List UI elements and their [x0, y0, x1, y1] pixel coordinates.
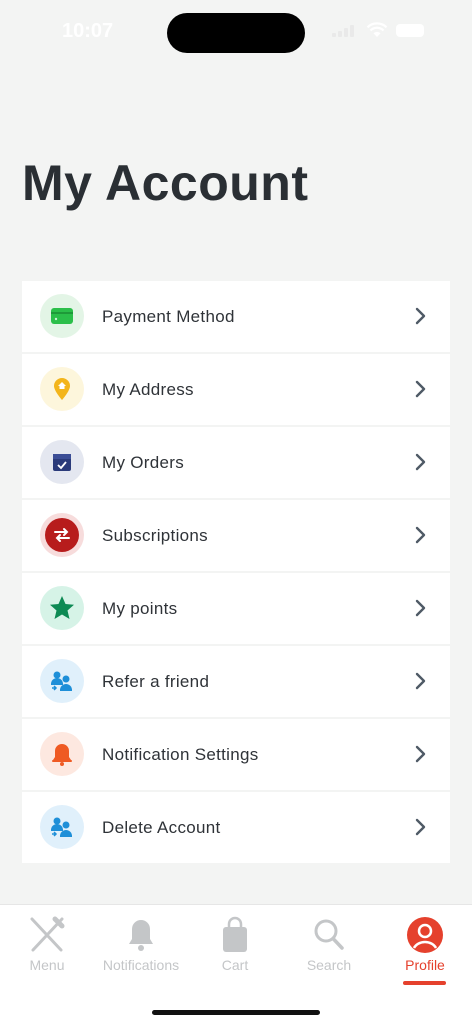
- search-icon: [282, 915, 376, 955]
- menu-item-my-address[interactable]: My Address: [22, 354, 450, 425]
- chevron-right-icon: [415, 599, 426, 617]
- menu-item-notification-settings[interactable]: Notification Settings: [22, 719, 450, 790]
- tab-menu[interactable]: Menu: [0, 915, 94, 973]
- signal-icon: [332, 23, 358, 37]
- active-tab-indicator: [403, 981, 446, 985]
- profile-icon: [378, 915, 472, 955]
- tab-label: Menu: [29, 957, 65, 973]
- menu-item-label: Subscriptions: [102, 525, 208, 545]
- star-icon: [40, 586, 84, 630]
- menu-item-label: My Orders: [102, 452, 185, 472]
- status-indicators: [332, 22, 424, 38]
- tab-label: Search: [306, 957, 352, 973]
- chevron-right-icon: [415, 380, 426, 398]
- wifi-icon: [366, 22, 388, 37]
- account-menu-list: Payment Method My Address My Orders Subs…: [22, 281, 450, 865]
- menu-item-delete-account[interactable]: Delete Account: [22, 792, 450, 863]
- status-time: 10:07: [62, 20, 114, 42]
- tab-label: Notifications: [102, 957, 180, 973]
- location-pin-icon: [40, 367, 84, 411]
- battery-icon: [396, 23, 424, 37]
- orders-box-icon: [40, 440, 84, 484]
- chevron-right-icon: [415, 307, 426, 325]
- tab-search[interactable]: Search: [282, 915, 376, 973]
- page-title: My Account: [22, 155, 309, 211]
- bell-icon: [40, 732, 84, 776]
- menu-item-label: Delete Account: [102, 817, 221, 837]
- tab-notifications[interactable]: Notifications: [94, 915, 188, 973]
- chevron-right-icon: [415, 818, 426, 836]
- home-indicator[interactable]: [152, 1010, 320, 1015]
- tab-cart[interactable]: Cart: [188, 915, 282, 973]
- menu-item-label: My Address: [102, 379, 194, 399]
- subscription-icon: [40, 513, 84, 557]
- tab-profile[interactable]: Profile: [378, 915, 472, 973]
- chevron-right-icon: [415, 453, 426, 471]
- menu-item-payment-method[interactable]: Payment Method: [22, 281, 450, 352]
- tab-label: Cart: [221, 957, 249, 973]
- dynamic-island: [167, 13, 305, 53]
- bottom-tab-bar: Menu Notifications Cart Search Profile: [0, 904, 472, 1024]
- status-bar: 10:07: [0, 0, 472, 64]
- menu-item-label: Notification Settings: [102, 744, 259, 764]
- chevron-right-icon: [415, 672, 426, 690]
- menu-item-label: Payment Method: [102, 306, 235, 326]
- tab-label: Profile: [405, 957, 445, 973]
- shopping-bag-icon: [188, 915, 282, 955]
- fork-knife-icon: [0, 915, 94, 955]
- menu-item-subscriptions[interactable]: Subscriptions: [22, 500, 450, 571]
- credit-card-icon: [40, 294, 84, 338]
- menu-item-my-points[interactable]: My points: [22, 573, 450, 644]
- menu-item-label: Refer a friend: [102, 671, 210, 691]
- chevron-right-icon: [415, 745, 426, 763]
- refer-friend-icon: [40, 659, 84, 703]
- menu-item-my-orders[interactable]: My Orders: [22, 427, 450, 498]
- delete-account-icon: [40, 805, 84, 849]
- menu-item-refer-a-friend[interactable]: Refer a friend: [22, 646, 450, 717]
- menu-item-label: My points: [102, 598, 178, 618]
- bell-icon: [94, 915, 188, 955]
- chevron-right-icon: [415, 526, 426, 544]
